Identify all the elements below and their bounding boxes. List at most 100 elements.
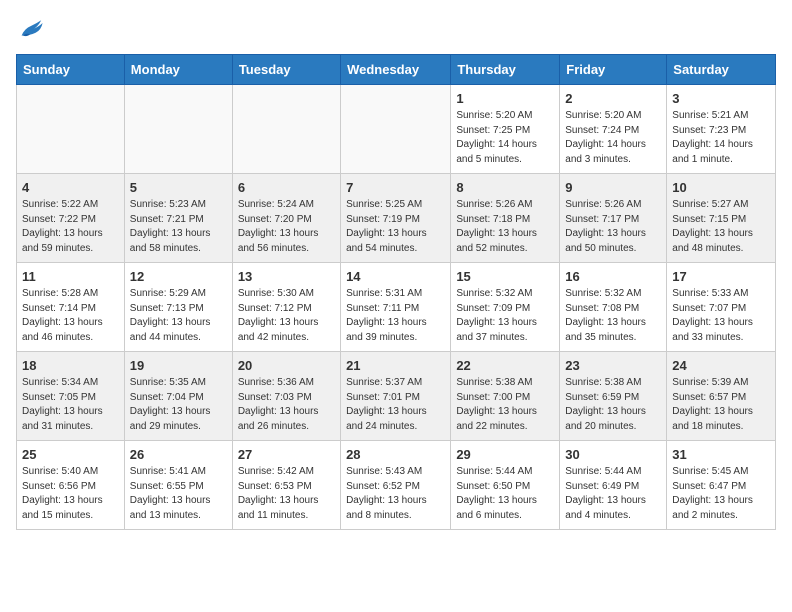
calendar-cell: 31 Sunrise: 5:45 AM Sunset: 6:47 PM Dayli… xyxy=(667,441,776,530)
day-info: Sunrise: 5:20 AM Sunset: 7:24 PM Dayligh… xyxy=(565,109,661,167)
day-number: 14 xyxy=(346,269,445,284)
calendar-cell: 5 Sunrise: 5:23 AM Sunset: 7:21 PM Daylig… xyxy=(124,174,232,263)
calendar-cell: 24 Sunrise: 5:39 AM Sunset: 6:57 PM Dayli… xyxy=(667,352,776,441)
day-number: 19 xyxy=(130,358,227,373)
weekday-header-thursday: Thursday xyxy=(451,55,560,85)
day-number: 27 xyxy=(238,447,335,462)
day-number: 29 xyxy=(456,447,554,462)
calendar-cell: 30 Sunrise: 5:44 AM Sunset: 6:49 PM Dayli… xyxy=(560,441,667,530)
logo xyxy=(16,16,48,44)
day-info: Sunrise: 5:32 AM Sunset: 7:08 PM Dayligh… xyxy=(565,287,661,345)
day-info: Sunrise: 5:26 AM Sunset: 7:18 PM Dayligh… xyxy=(456,198,554,256)
day-number: 15 xyxy=(456,269,554,284)
calendar-cell: 15 Sunrise: 5:32 AM Sunset: 7:09 PM Dayli… xyxy=(451,263,560,352)
calendar-cell: 3 Sunrise: 5:21 AM Sunset: 7:23 PM Daylig… xyxy=(667,85,776,174)
day-info: Sunrise: 5:37 AM Sunset: 7:01 PM Dayligh… xyxy=(346,376,445,434)
day-number: 31 xyxy=(672,447,770,462)
calendar-cell: 8 Sunrise: 5:26 AM Sunset: 7:18 PM Daylig… xyxy=(451,174,560,263)
calendar-cell: 2Sunrise: 5:20 AM Sunset: 7:24 PM Daylig… xyxy=(560,85,667,174)
calendar-cell xyxy=(341,85,451,174)
day-number: 3 xyxy=(672,91,770,106)
calendar-cell: 4 Sunrise: 5:22 AM Sunset: 7:22 PM Daylig… xyxy=(17,174,125,263)
day-number: 4 xyxy=(22,180,119,195)
day-number: 25 xyxy=(22,447,119,462)
calendar-week-row: 25 Sunrise: 5:40 AM Sunset: 6:56 PM Dayli… xyxy=(17,441,776,530)
day-info: Sunrise: 5:32 AM Sunset: 7:09 PM Dayligh… xyxy=(456,287,554,345)
day-number: 20 xyxy=(238,358,335,373)
day-number: 1 xyxy=(456,91,554,106)
day-info: Sunrise: 5:35 AM Sunset: 7:04 PM Dayligh… xyxy=(130,376,227,434)
calendar-cell: 28Sunrise: 5:43 AM Sunset: 6:52 PM Dayli… xyxy=(341,441,451,530)
day-info: Sunrise: 5:23 AM Sunset: 7:21 PM Dayligh… xyxy=(130,198,227,256)
day-number: 18 xyxy=(22,358,119,373)
day-info: Sunrise: 5:26 AM Sunset: 7:17 PM Dayligh… xyxy=(565,198,661,256)
day-info: Sunrise: 5:36 AM Sunset: 7:03 PM Dayligh… xyxy=(238,376,335,434)
calendar-cell: 7Sunrise: 5:25 AM Sunset: 7:19 PM Daylig… xyxy=(341,174,451,263)
calendar-cell: 26 Sunrise: 5:41 AM Sunset: 6:55 PM Dayli… xyxy=(124,441,232,530)
calendar-cell: 10 Sunrise: 5:27 AM Sunset: 7:15 PM Dayli… xyxy=(667,174,776,263)
calendar-cell: 14 Sunrise: 5:31 AM Sunset: 7:11 PM Dayli… xyxy=(341,263,451,352)
day-number: 9 xyxy=(565,180,661,195)
calendar-cell: 1 Sunrise: 5:20 AM Sunset: 7:25 PM Daylig… xyxy=(451,85,560,174)
calendar-cell: 22 Sunrise: 5:38 AM Sunset: 7:00 PM Dayli… xyxy=(451,352,560,441)
day-info: Sunrise: 5:24 AM Sunset: 7:20 PM Dayligh… xyxy=(238,198,335,256)
day-info: Sunrise: 5:34 AM Sunset: 7:05 PM Dayligh… xyxy=(22,376,119,434)
day-info: Sunrise: 5:31 AM Sunset: 7:11 PM Dayligh… xyxy=(346,287,445,345)
calendar-week-row: 4 Sunrise: 5:22 AM Sunset: 7:22 PM Daylig… xyxy=(17,174,776,263)
weekday-header-monday: Monday xyxy=(124,55,232,85)
day-number: 11 xyxy=(22,269,119,284)
day-number: 23 xyxy=(565,358,661,373)
day-info: Sunrise: 5:42 AM Sunset: 6:53 PM Dayligh… xyxy=(238,465,335,523)
calendar-cell: 25 Sunrise: 5:40 AM Sunset: 6:56 PM Dayli… xyxy=(17,441,125,530)
weekday-header-saturday: Saturday xyxy=(667,55,776,85)
calendar-cell: 19 Sunrise: 5:35 AM Sunset: 7:04 PM Dayli… xyxy=(124,352,232,441)
calendar-week-row: 18 Sunrise: 5:34 AM Sunset: 7:05 PM Dayli… xyxy=(17,352,776,441)
day-info: Sunrise: 5:22 AM Sunset: 7:22 PM Dayligh… xyxy=(22,198,119,256)
day-info: Sunrise: 5:28 AM Sunset: 7:14 PM Dayligh… xyxy=(22,287,119,345)
day-info: Sunrise: 5:20 AM Sunset: 7:25 PM Dayligh… xyxy=(456,109,554,167)
day-number: 26 xyxy=(130,447,227,462)
calendar-cell: 6Sunrise: 5:24 AM Sunset: 7:20 PM Daylig… xyxy=(232,174,340,263)
calendar-cell: 21 Sunrise: 5:37 AM Sunset: 7:01 PM Dayli… xyxy=(341,352,451,441)
calendar-cell xyxy=(124,85,232,174)
day-info: Sunrise: 5:43 AM Sunset: 6:52 PM Dayligh… xyxy=(346,465,445,523)
day-info: Sunrise: 5:27 AM Sunset: 7:15 PM Dayligh… xyxy=(672,198,770,256)
day-info: Sunrise: 5:30 AM Sunset: 7:12 PM Dayligh… xyxy=(238,287,335,345)
calendar-cell: 27 Sunrise: 5:42 AM Sunset: 6:53 PM Dayli… xyxy=(232,441,340,530)
weekday-header-friday: Friday xyxy=(560,55,667,85)
day-info: Sunrise: 5:38 AM Sunset: 7:00 PM Dayligh… xyxy=(456,376,554,434)
day-number: 21 xyxy=(346,358,445,373)
day-info: Sunrise: 5:40 AM Sunset: 6:56 PM Dayligh… xyxy=(22,465,119,523)
day-number: 16 xyxy=(565,269,661,284)
calendar-cell: 23Sunrise: 5:38 AM Sunset: 6:59 PM Dayli… xyxy=(560,352,667,441)
day-info: Sunrise: 5:21 AM Sunset: 7:23 PM Dayligh… xyxy=(672,109,770,167)
day-number: 13 xyxy=(238,269,335,284)
weekday-header-wednesday: Wednesday xyxy=(341,55,451,85)
day-number: 5 xyxy=(130,180,227,195)
day-info: Sunrise: 5:44 AM Sunset: 6:49 PM Dayligh… xyxy=(565,465,661,523)
day-number: 12 xyxy=(130,269,227,284)
calendar-cell: 12Sunrise: 5:29 AM Sunset: 7:13 PM Dayli… xyxy=(124,263,232,352)
day-info: Sunrise: 5:41 AM Sunset: 6:55 PM Dayligh… xyxy=(130,465,227,523)
day-number: 30 xyxy=(565,447,661,462)
day-info: Sunrise: 5:39 AM Sunset: 6:57 PM Dayligh… xyxy=(672,376,770,434)
weekday-header-row: SundayMondayTuesdayWednesdayThursdayFrid… xyxy=(17,55,776,85)
day-number: 8 xyxy=(456,180,554,195)
calendar-cell: 20 Sunrise: 5:36 AM Sunset: 7:03 PM Dayli… xyxy=(232,352,340,441)
weekday-header-sunday: Sunday xyxy=(17,55,125,85)
page-header xyxy=(16,16,776,44)
calendar-cell xyxy=(17,85,125,174)
day-info: Sunrise: 5:44 AM Sunset: 6:50 PM Dayligh… xyxy=(456,465,554,523)
calendar-week-row: 11 Sunrise: 5:28 AM Sunset: 7:14 PM Dayli… xyxy=(17,263,776,352)
day-number: 24 xyxy=(672,358,770,373)
day-number: 17 xyxy=(672,269,770,284)
day-info: Sunrise: 5:45 AM Sunset: 6:47 PM Dayligh… xyxy=(672,465,770,523)
calendar-cell xyxy=(232,85,340,174)
calendar-cell: 29 Sunrise: 5:44 AM Sunset: 6:50 PM Dayli… xyxy=(451,441,560,530)
calendar-cell: 18 Sunrise: 5:34 AM Sunset: 7:05 PM Dayli… xyxy=(17,352,125,441)
calendar-week-row: 1 Sunrise: 5:20 AM Sunset: 7:25 PM Daylig… xyxy=(17,85,776,174)
logo-bird-icon xyxy=(16,16,44,44)
day-info: Sunrise: 5:25 AM Sunset: 7:19 PM Dayligh… xyxy=(346,198,445,256)
day-number: 10 xyxy=(672,180,770,195)
day-number: 22 xyxy=(456,358,554,373)
